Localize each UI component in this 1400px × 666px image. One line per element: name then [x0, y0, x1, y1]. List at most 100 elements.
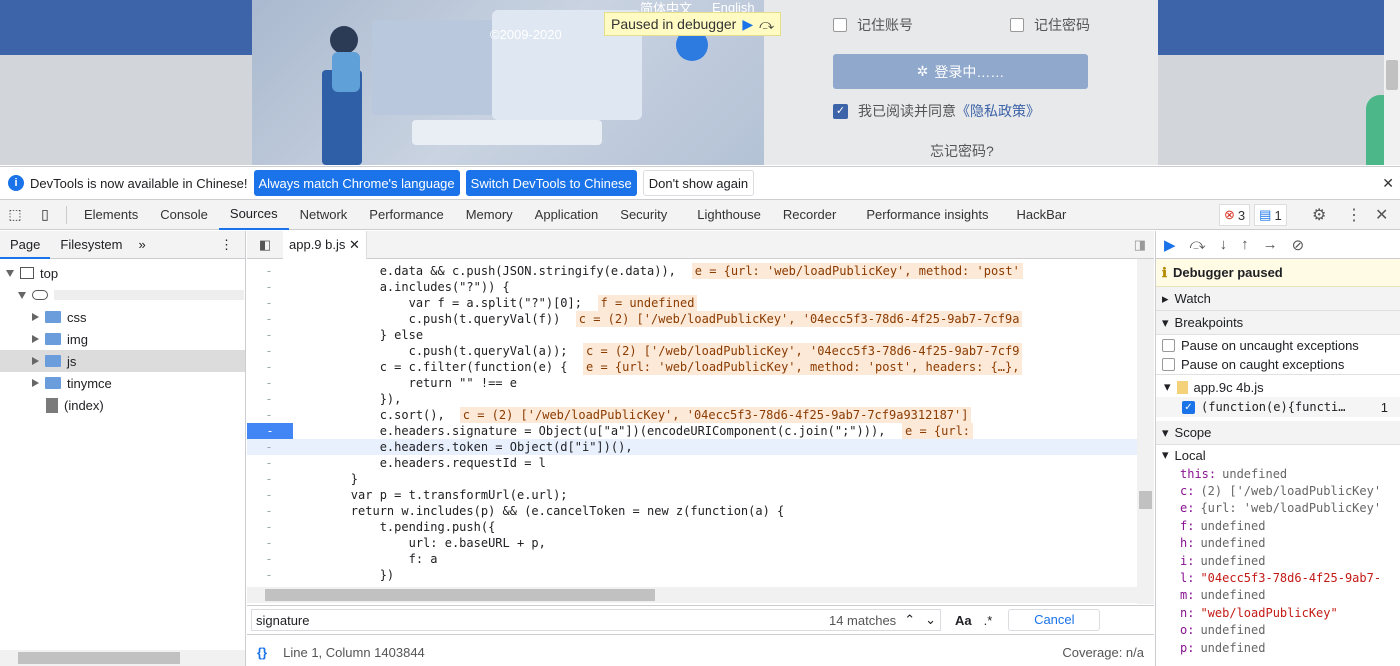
code-line[interactable]: - a.includes("?")) {	[247, 279, 1137, 295]
close-tab-icon[interactable]: ✕	[349, 237, 360, 252]
scope-variable[interactable]: this: undefined	[1156, 465, 1400, 482]
code-area[interactable]: - e.data && c.push(JSON.stringify(e.data…	[247, 259, 1137, 604]
editor-hscrollbar[interactable]	[247, 587, 1137, 603]
more-tabs-icon[interactable]: »	[133, 237, 152, 252]
scrollbar-thumb[interactable]	[1139, 491, 1152, 509]
inspect-icon[interactable]: ⬚	[0, 206, 30, 223]
line-gutter[interactable]: -	[247, 423, 293, 439]
chevron-down-icon[interactable]: ⌄	[925, 612, 936, 628]
scope-variable[interactable]: l: "04ecc5f3-78d6-4f25-9ab7-	[1156, 569, 1400, 586]
code-line[interactable]: - f: a	[247, 551, 1137, 567]
line-gutter[interactable]: -	[247, 263, 291, 279]
search-input[interactable]: signature 14 matches ⌃ ⌄	[251, 609, 941, 631]
editor-vscrollbar[interactable]	[1137, 259, 1154, 604]
tab-recorder[interactable]: Recorder	[772, 200, 847, 230]
navigator-hscrollbar[interactable]	[0, 650, 245, 666]
line-gutter[interactable]: -	[247, 327, 291, 343]
navigator-menu-icon[interactable]: ⋮	[220, 237, 245, 253]
tab-sources[interactable]: Sources	[218, 200, 289, 230]
tab-lighthouse[interactable]: Lighthouse	[686, 200, 772, 230]
line-gutter[interactable]: -	[247, 519, 291, 535]
expand-icon[interactable]	[18, 291, 26, 299]
breakpoint-entry[interactable]: ✓ (function(e){functi… 1	[1156, 397, 1400, 417]
match-case-button[interactable]: Aa	[955, 613, 972, 628]
code-line[interactable]: - c.push(t.queryVal(a)); c = (2) ['/web/l…	[247, 343, 1137, 359]
tab-application[interactable]: Application	[524, 200, 610, 230]
expand-icon[interactable]	[32, 313, 39, 321]
tab-network[interactable]: Network	[289, 200, 359, 230]
scrollbar-thumb[interactable]	[265, 589, 655, 601]
page-scrollbar-thumb[interactable]	[1386, 60, 1398, 90]
expand-icon[interactable]	[32, 335, 39, 343]
code-line[interactable]: - var f = a.split("?")[0]; f = undefined	[247, 295, 1137, 311]
scope-variable[interactable]: e: {url: 'web/loadPublicKey'	[1156, 500, 1400, 517]
message-badge[interactable]: ▤ 1	[1254, 204, 1287, 226]
step-over-icon[interactable]: ⤼	[1190, 236, 1206, 253]
line-gutter[interactable]: -	[247, 407, 291, 423]
forgot-password-link[interactable]: 忘记密码?	[930, 141, 994, 161]
toggle-debugger-icon[interactable]: ◨	[1134, 237, 1154, 253]
tab-performance-insights[interactable]: Performance insights	[855, 200, 999, 230]
tree-item-domain[interactable]	[0, 284, 245, 306]
scope-variable[interactable]: c: (2) ['/web/loadPublicKey'	[1156, 482, 1400, 499]
device-toolbar-icon[interactable]: ▯	[30, 206, 60, 223]
scope-variable[interactable]: p: undefined	[1156, 639, 1400, 656]
step-over-icon[interactable]: ⤼	[759, 16, 774, 33]
error-badge[interactable]: ⊗ 3	[1219, 204, 1251, 226]
remember-password[interactable]: 记住密码	[1010, 15, 1090, 35]
step-icon[interactable]: →	[1263, 236, 1278, 253]
code-line[interactable]: - } else	[247, 327, 1137, 343]
line-gutter[interactable]: -	[247, 295, 291, 311]
expand-icon[interactable]	[6, 269, 14, 277]
resume-icon[interactable]: ▶	[1164, 236, 1176, 254]
remember-account[interactable]: 记住账号	[833, 15, 913, 35]
login-button[interactable]: ✲ 登录中……	[833, 54, 1088, 89]
scope-section[interactable]: ▾ Scope	[1156, 421, 1400, 445]
code-line[interactable]: - }	[247, 471, 1137, 487]
code-line[interactable]: - c.push(t.queryVal(f)) c = (2) ['/web/lo…	[247, 311, 1137, 327]
tree-item-js[interactable]: js	[0, 350, 245, 372]
scope-variable[interactable]: n: "web/loadPublicKey"	[1156, 604, 1400, 621]
line-gutter[interactable]: -	[247, 455, 291, 471]
code-line[interactable]: - c.sort(), c = (2) ['/web/loadPublicKey'…	[247, 407, 1137, 423]
close-devtools-icon[interactable]: ✕	[1375, 205, 1388, 225]
tab-security[interactable]: Security	[609, 200, 678, 230]
breakpoint-checkbox[interactable]: ✓	[1182, 400, 1195, 414]
tab-performance[interactable]: Performance	[358, 200, 454, 230]
scrollbar-thumb[interactable]	[18, 652, 180, 664]
step-out-icon[interactable]: ↑	[1241, 236, 1249, 253]
expand-icon[interactable]	[32, 357, 39, 365]
line-gutter[interactable]: -	[247, 359, 291, 375]
scope-variable[interactable]: i: undefined	[1156, 552, 1400, 569]
line-gutter[interactable]: -	[247, 535, 291, 551]
line-gutter[interactable]: -	[247, 567, 291, 583]
scope-variable[interactable]: m: undefined	[1156, 587, 1400, 604]
code-line[interactable]: - return w.includes(p) && (e.cancelToken…	[247, 503, 1137, 519]
regex-button[interactable]: .*	[984, 613, 993, 628]
toggle-navigator-icon[interactable]: ◧	[247, 237, 283, 253]
tree-item-tinymce[interactable]: tinymce	[0, 372, 245, 394]
breakpoint-file[interactable]: ▾ app.9c 4b.js	[1156, 377, 1400, 397]
pause-caught-checkbox[interactable]	[1162, 358, 1175, 371]
line-gutter[interactable]: -	[247, 375, 291, 391]
line-gutter[interactable]: -	[247, 503, 291, 519]
code-line[interactable]: - e.headers.requestId = l	[247, 455, 1137, 471]
tab-filesystem[interactable]: Filesystem	[50, 237, 132, 252]
line-gutter[interactable]: -	[247, 487, 291, 503]
code-line[interactable]: - }),	[247, 391, 1137, 407]
line-gutter[interactable]: -	[247, 279, 291, 295]
code-line[interactable]: - var p = t.transformUrl(e.url);	[247, 487, 1137, 503]
remember-password-checkbox[interactable]	[1010, 18, 1024, 32]
close-icon[interactable]: ✕	[1382, 175, 1394, 192]
code-line[interactable]: - e.headers.token = Object(d["i"])(),	[247, 439, 1137, 455]
code-line[interactable]: - return "" !== e	[247, 375, 1137, 391]
file-tab[interactable]: app.9 b.js ✕	[283, 230, 367, 259]
tab-hackbar[interactable]: HackBar	[1005, 200, 1077, 230]
privacy-link[interactable]: 《隐私政策》	[956, 101, 1040, 121]
step-into-icon[interactable]: ↓	[1220, 236, 1228, 253]
match-language-button[interactable]: Always match Chrome's language	[253, 170, 460, 196]
agree-checkbox[interactable]: ✓	[833, 103, 848, 119]
deactivate-breakpoints-icon[interactable]: ⊘	[1292, 236, 1305, 254]
line-gutter[interactable]: -	[247, 551, 291, 567]
tab-page[interactable]: Page	[0, 231, 51, 259]
